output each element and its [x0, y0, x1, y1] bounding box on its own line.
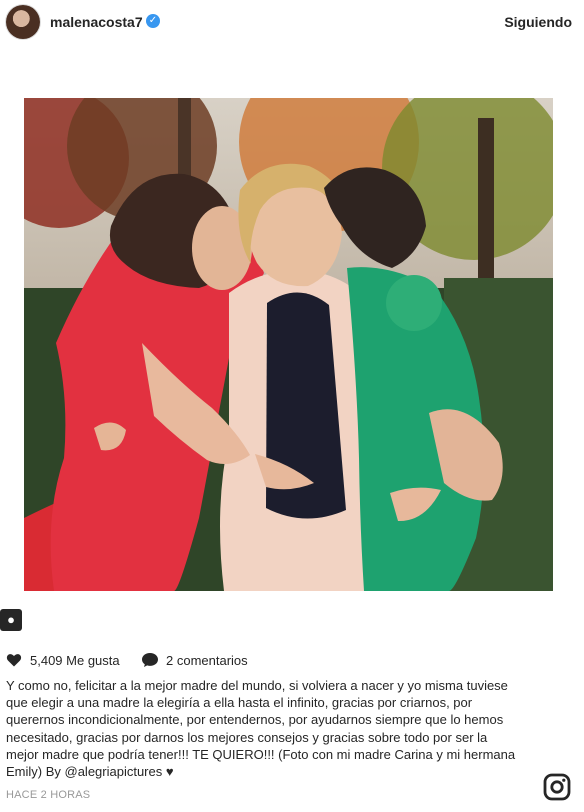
user-tag-icon[interactable]: ● [0, 609, 22, 631]
instagram-logo-icon[interactable] [543, 773, 571, 801]
photo-illustration [24, 98, 553, 591]
username-link[interactable]: malenacosta7 [50, 14, 143, 30]
heart-icon[interactable] [6, 652, 22, 668]
likes-count[interactable]: 5,409 Me gusta [30, 653, 120, 668]
post-timestamp: HACE 2 HORAS [6, 789, 91, 801]
mention-link[interactable]: @alegriapictures [65, 764, 163, 779]
following-button[interactable]: Siguiendo [504, 14, 572, 30]
post-header: malenacosta7 ✓ Siguiendo [0, 0, 584, 44]
avatar[interactable] [6, 5, 40, 39]
comment-icon[interactable] [141, 652, 159, 668]
comments-count[interactable]: 2 comentarios [166, 653, 248, 668]
caption-heart: ♥ [162, 764, 174, 780]
post-caption: Y como no, felicitar a la mejor madre de… [6, 677, 518, 780]
verified-badge-icon: ✓ [146, 14, 160, 28]
post-photo[interactable] [24, 98, 553, 591]
